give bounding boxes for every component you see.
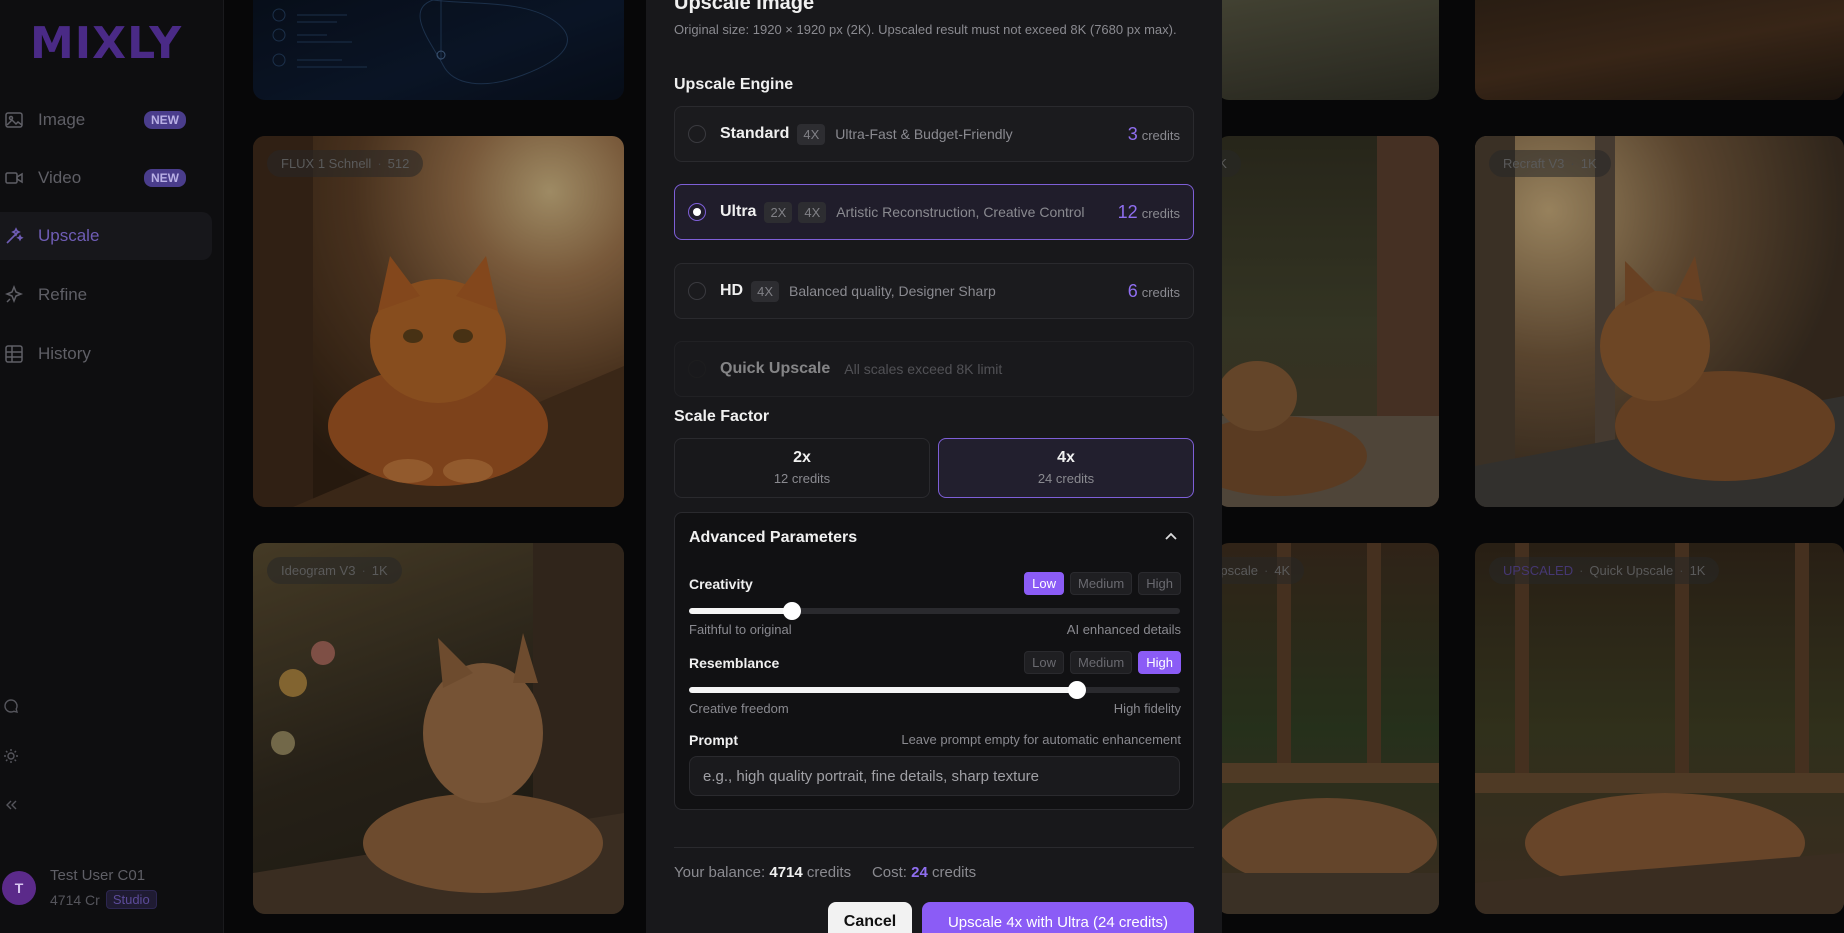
engine-option-ultra[interactable]: Ultra 2X 4X Artistic Reconstruction, Cre… bbox=[674, 184, 1194, 240]
resemblance-segmented-control: Low Medium High bbox=[1024, 651, 1181, 674]
scale-heading: Scale Factor bbox=[674, 408, 770, 425]
creativity-segmented-control: Low Medium High bbox=[1024, 572, 1181, 595]
slider-thumb[interactable] bbox=[783, 602, 802, 620]
engine-cost: 6 credits bbox=[1127, 280, 1180, 301]
creativity-medium-option[interactable]: Medium bbox=[1070, 572, 1133, 595]
resemblance-max-hint: High fidelity bbox=[1113, 701, 1181, 716]
sidebar-item-refine[interactable]: Refine bbox=[0, 271, 212, 319]
sidebar: MIXLY Image NEW Video NEW Upscale Refine… bbox=[0, 0, 224, 933]
advanced-parameters-panel: Advanced Parameters Creativity Low Mediu… bbox=[674, 512, 1194, 810]
scale-option-4x[interactable]: 4x 24 credits bbox=[938, 438, 1194, 498]
sidebar-item-label: Image bbox=[38, 110, 86, 129]
advanced-heading: Advanced Parameters bbox=[689, 529, 858, 546]
engine-name: Quick Upscale bbox=[720, 360, 831, 377]
history-icon bbox=[2, 342, 26, 366]
engine-cost: 3 credits bbox=[1127, 123, 1180, 144]
creativity-max-hint: AI enhanced details bbox=[1066, 622, 1181, 637]
user-name: Test User C01 bbox=[50, 867, 146, 884]
new-badge: NEW bbox=[144, 169, 186, 187]
engine-name: HD bbox=[720, 282, 744, 299]
engine-heading: Upscale Engine bbox=[674, 76, 794, 93]
scale-credits: 24 credits bbox=[1037, 471, 1095, 486]
prompt-hint: Leave prompt empty for automatic enhance… bbox=[901, 732, 1181, 747]
engine-cost: 12 credits bbox=[1117, 201, 1180, 222]
user-profile[interactable]: T Test User C01 4714 Cr Studio bbox=[2, 867, 157, 909]
creativity-high-option[interactable]: High bbox=[1138, 572, 1181, 595]
user-credits: 4714 Cr bbox=[50, 891, 100, 908]
refine-icon bbox=[2, 283, 26, 307]
radio-button[interactable] bbox=[688, 125, 706, 143]
scale-value: 4x bbox=[1057, 449, 1075, 466]
cancel-button[interactable]: Cancel bbox=[828, 902, 912, 933]
radio-button bbox=[688, 360, 706, 378]
prompt-label: Prompt bbox=[689, 732, 738, 748]
engine-desc: Artistic Reconstruction, Creative Contro… bbox=[836, 204, 1085, 220]
resemblance-medium-option[interactable]: Medium bbox=[1070, 651, 1133, 674]
avatar: T bbox=[2, 871, 36, 905]
engine-option-quick-upscale: Quick Upscale All scales exceed 8K limit bbox=[674, 341, 1194, 397]
sidebar-item-label: Refine bbox=[38, 285, 88, 304]
sidebar-item-label: Upscale bbox=[38, 226, 100, 245]
balance-summary: Your balance: 4714 credits Cost: 24 cred… bbox=[674, 864, 977, 881]
prompt-input[interactable] bbox=[689, 756, 1180, 796]
video-icon bbox=[2, 166, 26, 190]
cost-value: 24 bbox=[911, 864, 928, 881]
radio-button[interactable] bbox=[688, 203, 706, 221]
plan-badge: Studio bbox=[105, 890, 157, 909]
engine-desc: Balanced quality, Designer Sharp bbox=[789, 283, 996, 299]
upscale-submit-button[interactable]: Upscale 4x with Ultra (24 credits) bbox=[922, 902, 1194, 933]
engine-option-hd[interactable]: HD 4X Balanced quality, Designer Sharp 6… bbox=[674, 263, 1194, 319]
sidebar-item-label: Video bbox=[38, 168, 82, 187]
creativity-label: Creativity bbox=[689, 576, 753, 592]
sidebar-item-label: History bbox=[38, 344, 91, 363]
modal-subtitle: Original size: 1920 × 1920 px (2K). Upsc… bbox=[674, 22, 1177, 37]
scale-chip: 4X bbox=[798, 201, 827, 223]
scale-value: 2x bbox=[793, 449, 811, 466]
image-icon bbox=[2, 108, 26, 132]
upscale-modal: Upscale Image Original size: 1920 × 1920… bbox=[646, 0, 1222, 933]
resemblance-low-option[interactable]: Low bbox=[1024, 651, 1064, 674]
sidebar-item-history[interactable]: History bbox=[0, 330, 212, 378]
logo[interactable]: MIXLY bbox=[30, 18, 182, 69]
sidebar-item-upscale[interactable]: Upscale bbox=[0, 212, 212, 260]
engine-name: Standard bbox=[720, 125, 790, 142]
balance-value: 4714 bbox=[769, 864, 803, 881]
scale-chip: 4X bbox=[797, 123, 826, 145]
slider-thumb[interactable] bbox=[1067, 681, 1086, 699]
scale-chip: 2X bbox=[764, 201, 793, 223]
creativity-low-option[interactable]: Low bbox=[1024, 572, 1064, 595]
engine-desc: All scales exceed 8K limit bbox=[844, 361, 1003, 377]
modal-title: Upscale Image bbox=[674, 0, 815, 14]
sidebar-item-video[interactable]: Video NEW bbox=[0, 154, 212, 202]
scale-chip: 4X bbox=[751, 280, 780, 302]
upscale-icon bbox=[2, 224, 26, 248]
creativity-min-hint: Faithful to original bbox=[689, 622, 792, 637]
resemblance-high-option[interactable]: High bbox=[1138, 651, 1181, 674]
resemblance-min-hint: Creative freedom bbox=[689, 701, 789, 716]
app-window: MIXLY Image NEW Video NEW Upscale Refine… bbox=[0, 0, 1844, 933]
sidebar-item-image[interactable]: Image NEW bbox=[0, 96, 212, 144]
scale-credits: 12 credits bbox=[773, 471, 831, 486]
resemblance-slider[interactable] bbox=[689, 681, 1180, 699]
chat-icon[interactable] bbox=[2, 697, 20, 715]
divider bbox=[674, 847, 1194, 848]
engine-name: Ultra bbox=[720, 203, 757, 220]
theme-toggle-icon[interactable] bbox=[2, 747, 20, 765]
collapse-sidebar-icon[interactable] bbox=[2, 796, 20, 814]
radio-button[interactable] bbox=[688, 282, 706, 300]
resemblance-label: Resemblance bbox=[689, 655, 780, 671]
scale-option-2x[interactable]: 2x 12 credits bbox=[674, 438, 930, 498]
engine-desc: Ultra-Fast & Budget-Friendly bbox=[835, 126, 1013, 142]
engine-option-standard[interactable]: Standard 4X Ultra-Fast & Budget-Friendly… bbox=[674, 106, 1194, 162]
new-badge: NEW bbox=[144, 111, 186, 129]
creativity-slider[interactable] bbox=[689, 602, 1180, 620]
chevron-up-icon[interactable] bbox=[1163, 529, 1179, 545]
